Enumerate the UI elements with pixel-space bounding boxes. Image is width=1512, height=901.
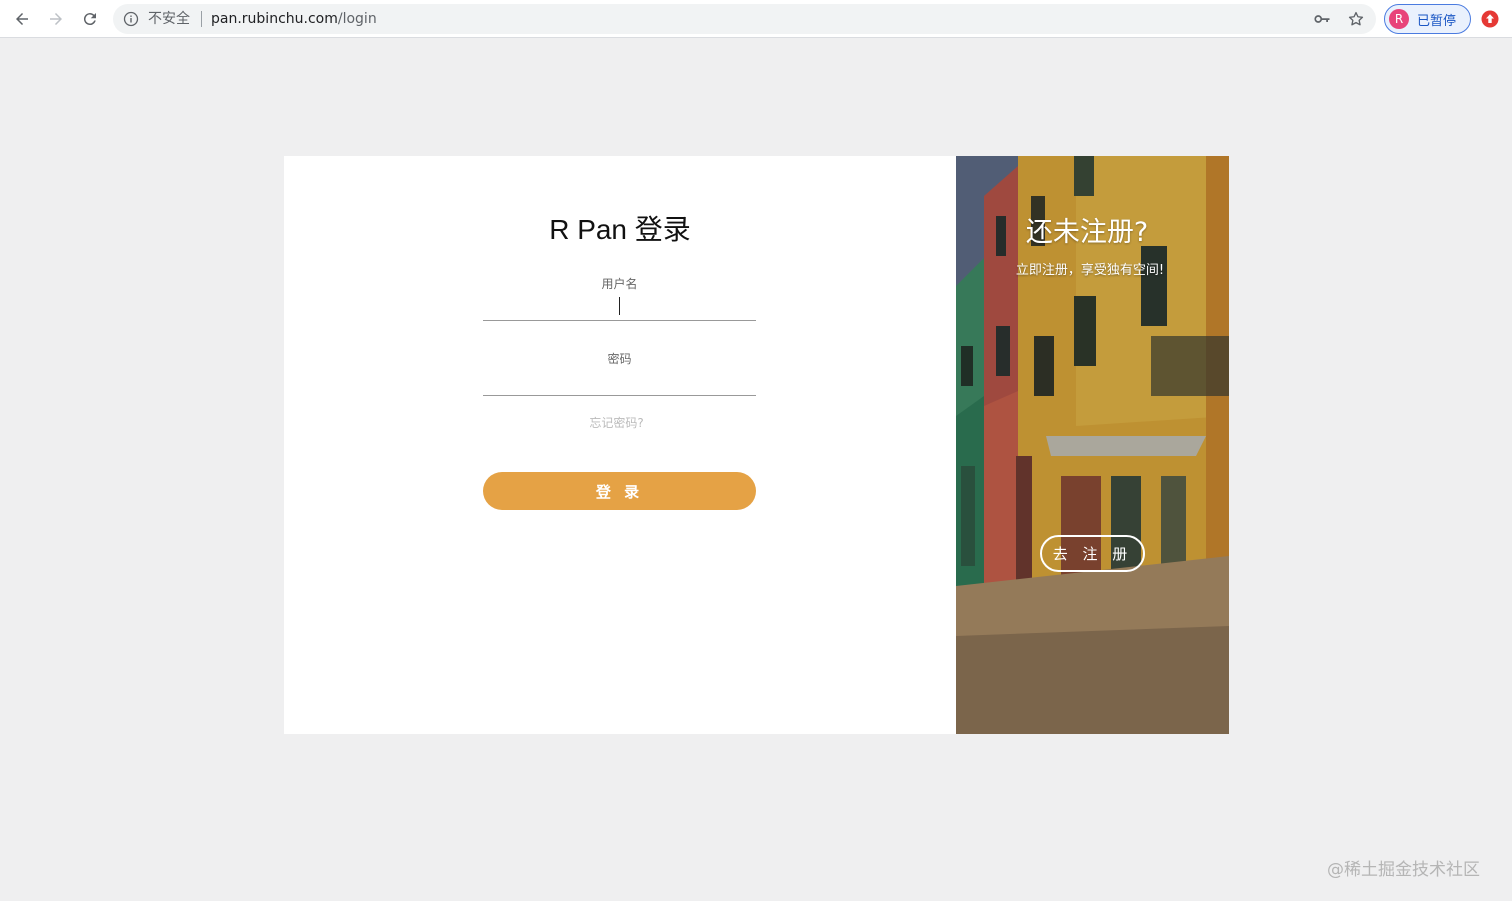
extension-icon[interactable] <box>1481 10 1499 28</box>
login-form: R Pan 登录 用户名 密码 忘记密码? 登 录 <box>284 156 956 734</box>
reload-icon <box>83 13 96 26</box>
login-card: R Pan 登录 用户名 密码 忘记密码? 登 录 还未注册? 立即注册，享受独… <box>284 156 1229 734</box>
address-bar[interactable]: 不安全 pan.rubinchu.com/login <box>113 4 1376 34</box>
profile-status-label: 已暂停 <box>1417 13 1457 29</box>
back-button[interactable] <box>9 6 35 32</box>
login-button[interactable]: 登 录 <box>483 472 756 510</box>
watermark: @稀土掘金技术社区 <box>1327 860 1480 880</box>
profile-button[interactable]: R 已暂停 <box>1384 4 1471 34</box>
register-title: 还未注册? <box>1025 217 1149 248</box>
info-icon[interactable] <box>123 11 139 27</box>
security-status[interactable]: 不安全 <box>148 10 190 28</box>
register-subtitle: 立即注册，享受独有空间! <box>1015 263 1165 278</box>
login-title: R Pan 登录 <box>549 214 691 245</box>
forward-button[interactable] <box>43 6 69 32</box>
password-label: 密码 <box>607 352 632 366</box>
address-separator <box>201 11 202 27</box>
text-cursor <box>619 297 620 315</box>
url-host: pan.rubinchu.com <box>211 11 338 27</box>
password-input[interactable] <box>483 368 756 396</box>
register-panel: 还未注册? 立即注册，享受独有空间! 去 注 册 <box>956 156 1229 734</box>
key-icon[interactable] <box>1313 10 1331 28</box>
url-path: /login <box>337 11 377 27</box>
forgot-password-link[interactable]: 忘记密码? <box>483 414 750 431</box>
back-arrow-icon <box>16 13 28 25</box>
forward-arrow-icon <box>50 13 62 25</box>
avatar: R <box>1389 9 1409 29</box>
bookmark-star-icon[interactable] <box>1347 10 1365 28</box>
browser-toolbar: 不安全 pan.rubinchu.com/login R 已暂停 <box>0 0 1512 38</box>
username-label: 用户名 <box>601 277 638 291</box>
go-register-button[interactable]: 去 注 册 <box>1040 535 1145 572</box>
url-text[interactable]: pan.rubinchu.com/login <box>211 10 377 28</box>
reload-button[interactable] <box>77 6 103 32</box>
